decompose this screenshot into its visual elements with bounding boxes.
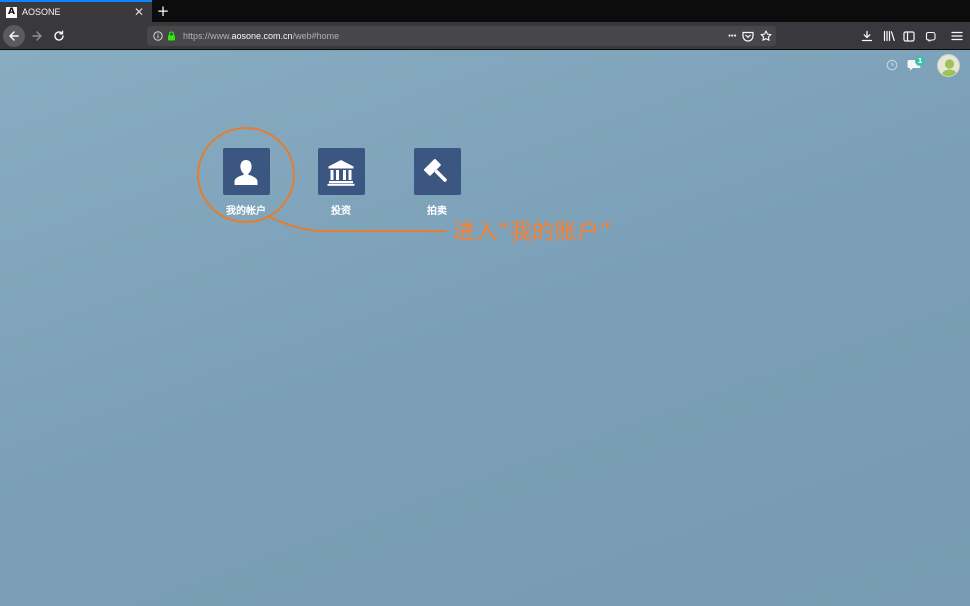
page-actions-menu-button[interactable]: ···: [728, 31, 737, 42]
address-bar[interactable]: https://www.aosone.com.cn/web#home ···: [147, 26, 776, 46]
back-button[interactable]: [3, 25, 25, 47]
annotation-circle: [197, 127, 295, 223]
extension-button[interactable]: [921, 26, 941, 46]
bookmark-star-icon[interactable]: [760, 27, 772, 46]
sidebar-toggle-button[interactable]: [899, 26, 919, 46]
hamburger-menu-icon: [951, 31, 963, 41]
download-icon: [861, 30, 873, 42]
new-tab-button[interactable]: +: [154, 0, 172, 22]
menu-button[interactable]: [947, 26, 967, 46]
nav-bar: https://www.aosone.com.cn/web#home ···: [0, 22, 970, 50]
tab-bar: A AOSONE ✕ +: [0, 0, 970, 22]
reload-icon: [54, 30, 64, 41]
library-icon: [883, 30, 895, 42]
pocket-icon[interactable]: [742, 27, 754, 46]
forward-button[interactable]: [26, 25, 48, 47]
url-actions: ···: [728, 26, 772, 46]
close-tab-button[interactable]: ✕: [132, 5, 146, 19]
arrow-right-icon: [32, 31, 42, 41]
info-icon[interactable]: [152, 31, 164, 41]
url-prefix: https://www.: [183, 31, 232, 41]
tab-title: AOSONE: [22, 7, 61, 17]
page-content: 1 我的帐户 投资 拍卖 进入“我的账户”: [0, 51, 970, 606]
url-host: aosone.com.cn: [231, 31, 293, 41]
downloads-button[interactable]: [857, 26, 877, 46]
annotation-leader-line: [269, 216, 446, 232]
reload-button[interactable]: [48, 25, 70, 47]
sidebar-icon: [903, 30, 915, 42]
url-path: /web#home: [292, 31, 340, 41]
annotation-text: 进入“我的账户”: [453, 220, 612, 245]
aosone-favicon-icon: A: [6, 6, 17, 18]
extension-evernote-icon: [925, 31, 936, 42]
url-text: https://www.aosone.com.cn/web#home: [183, 31, 339, 41]
annotation-highlight: [197, 127, 446, 232]
secure-lock-icon[interactable]: [167, 31, 177, 41]
library-button[interactable]: [879, 26, 899, 46]
arrow-left-icon: [9, 31, 19, 41]
tab-aosone[interactable]: A AOSONE ✕: [0, 0, 152, 22]
